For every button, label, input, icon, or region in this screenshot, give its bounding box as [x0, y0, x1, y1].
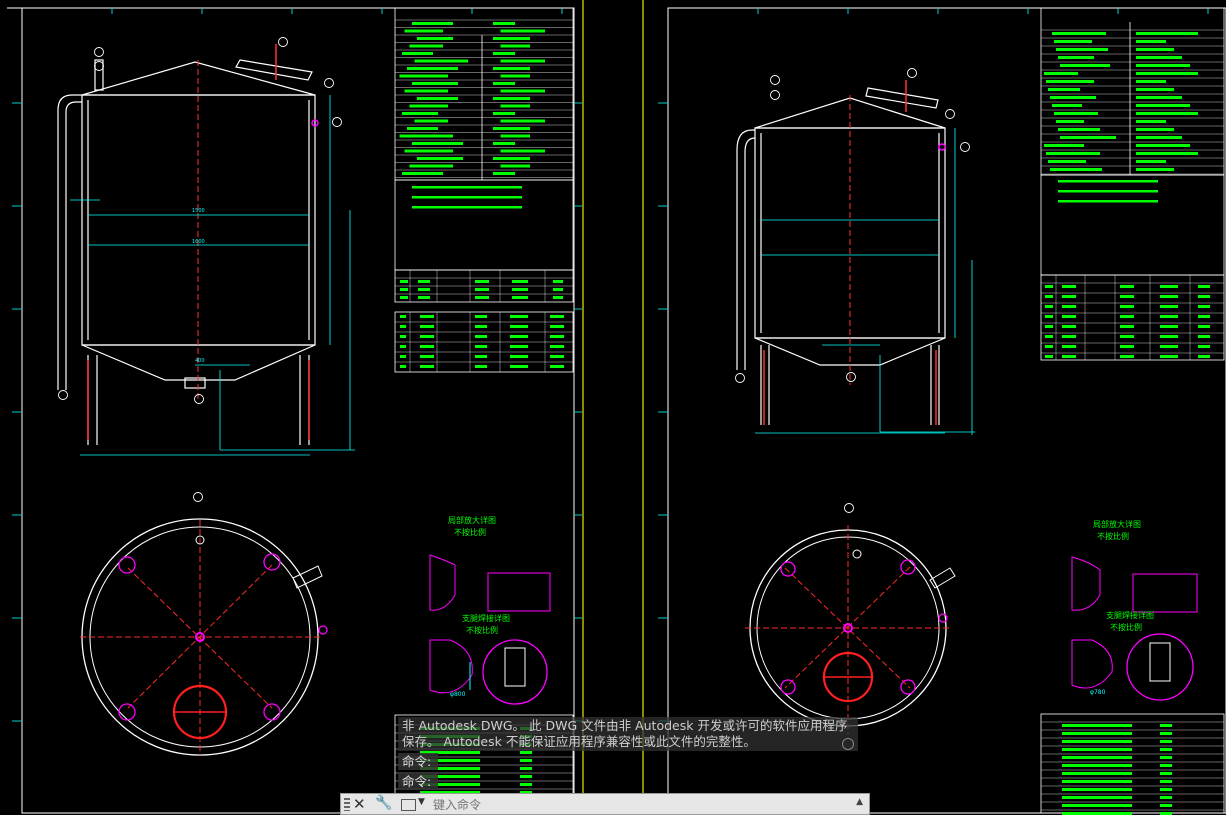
details-scale-right: 不按比例 — [1097, 531, 1129, 541]
recent-commands-button[interactable]: ▼ — [399, 795, 429, 813]
command-history-line: 命令: — [398, 753, 438, 770]
support-scale: 不按比例 — [466, 625, 498, 635]
details-scale: 不按比例 — [454, 527, 486, 537]
drawing-canvas[interactable]: 1500 1600 400 局部放大详图 不按比例 支腿焊接详图 不按比例 φ8… — [0, 0, 1226, 815]
support-title-right: 支腿焊接详图 — [1106, 610, 1154, 620]
svg-text:1500: 1500 — [192, 208, 205, 214]
details-title-right: 局部放大详图 — [1093, 519, 1141, 529]
wrench-icon[interactable]: 🔧 — [375, 795, 392, 811]
dim-diameter: φ800 — [450, 691, 466, 698]
dwg-warning-message: 非 Autodesk DWG。 此 DWG 文件由非 Autodesk 开发或许… — [398, 717, 858, 751]
warning-line-1: 非 Autodesk DWG。 此 DWG 文件由非 Autodesk 开发或许… — [402, 718, 848, 733]
details-title: 局部放大详图 — [448, 515, 496, 525]
command-line-bar[interactable]: ✕ 🔧 ▼ ▲ — [340, 793, 870, 815]
dim-diameter-right: φ780 — [1090, 689, 1106, 696]
support-scale-right: 不按比例 — [1110, 622, 1142, 632]
drag-handle-icon[interactable] — [344, 798, 350, 811]
chevron-up-icon[interactable]: ▲ — [856, 797, 863, 807]
close-icon[interactable]: ✕ — [353, 795, 366, 813]
command-input[interactable] — [431, 796, 855, 814]
warning-line-2: 保存。 Autodesk 不能保证应用程序兼容性或此文件的完整性。 — [402, 734, 756, 749]
command-prompt-icon — [401, 799, 416, 811]
svg-text:1600: 1600 — [192, 239, 205, 245]
command-history-line: 命令: — [398, 773, 438, 790]
support-title: 支腿焊接详图 — [462, 613, 510, 623]
svg-text:400: 400 — [195, 358, 205, 364]
chevron-down-icon: ▼ — [418, 797, 425, 807]
close-icon[interactable] — [842, 738, 854, 750]
